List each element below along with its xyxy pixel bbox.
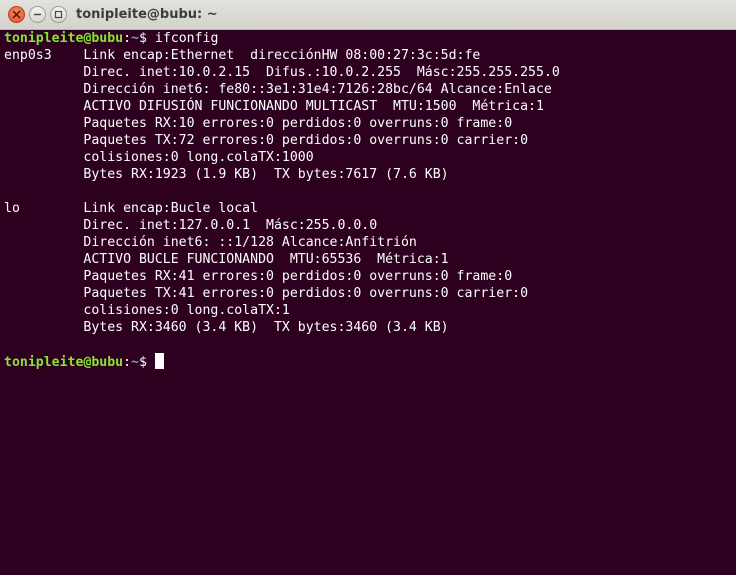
close-icon <box>12 10 21 19</box>
active-prompt-line[interactable]: tonipleite@bubu:~$ <box>4 353 736 370</box>
minimize-button[interactable] <box>29 6 46 23</box>
output-line: Paquetes RX:10 errores:0 perdidos:0 over… <box>4 116 513 131</box>
prompt-symbol: $ <box>139 355 155 370</box>
output-line: colisiones:0 long.colaTX:1000 <box>4 150 322 165</box>
close-button[interactable] <box>8 6 25 23</box>
output-line: ACTIVO DIFUSIÓN FUNCIONANDO MULTICAST MT… <box>4 99 544 114</box>
output-line: Dirección inet6: ::1/128 Alcance:Anfitri… <box>4 235 417 250</box>
window-title: tonipleite@bubu: ~ <box>76 7 218 22</box>
output-line: ACTIVO BUCLE FUNCIONANDO MTU:65536 Métri… <box>4 252 449 267</box>
output-line: Bytes RX:3460 (3.4 KB) TX bytes:3460 (3.… <box>4 320 449 335</box>
prompt-separator: : <box>123 355 132 370</box>
command-text: ifconfig <box>154 31 219 46</box>
terminal-window: tonipleite@bubu: ~ tonipleite@bubu:~$ if… <box>0 0 736 575</box>
maximize-icon <box>54 10 63 19</box>
prompt-path: ~ <box>131 31 139 46</box>
output-line: Bytes RX:1923 (1.9 KB) TX bytes:7617 (7.… <box>4 167 449 182</box>
text-cursor <box>154 353 164 369</box>
output-line: Direc. inet:127.0.0.1 Másc:255.0.0.0 <box>4 218 378 233</box>
maximize-button[interactable] <box>50 6 67 23</box>
output-line: Paquetes TX:72 errores:0 perdidos:0 over… <box>4 133 529 148</box>
minimize-icon <box>33 13 42 16</box>
prompt-symbol: $ <box>139 31 155 46</box>
output-line: enp0s3 Link encap:Ethernet direcciónHW 0… <box>4 48 497 63</box>
command-line: tonipleite@bubu:~$ ifconfig <box>4 30 736 47</box>
output-line: Paquetes RX:41 errores:0 perdidos:0 over… <box>4 269 513 284</box>
command-output: enp0s3 Link encap:Ethernet direcciónHW 0… <box>4 47 736 353</box>
output-line: lo Link encap:Bucle local <box>4 201 274 216</box>
output-line: Paquetes TX:41 errores:0 perdidos:0 over… <box>4 286 529 301</box>
terminal-output[interactable]: tonipleite@bubu:~$ ifconfig enp0s3 Link … <box>0 30 736 575</box>
output-line: colisiones:0 long.colaTX:1 <box>4 303 298 318</box>
title-bar[interactable]: tonipleite@bubu: ~ <box>0 0 736 30</box>
prompt-separator: : <box>123 31 132 46</box>
output-line: Direc. inet:10.0.2.15 Difus.:10.0.2.255 … <box>4 65 560 80</box>
output-line: Dirección inet6: fe80::3e1:31e4:7126:28b… <box>4 82 552 97</box>
prompt-user-host: tonipleite@bubu <box>4 355 124 370</box>
prompt-path: ~ <box>131 355 139 370</box>
prompt-user-host: tonipleite@bubu <box>4 31 124 46</box>
